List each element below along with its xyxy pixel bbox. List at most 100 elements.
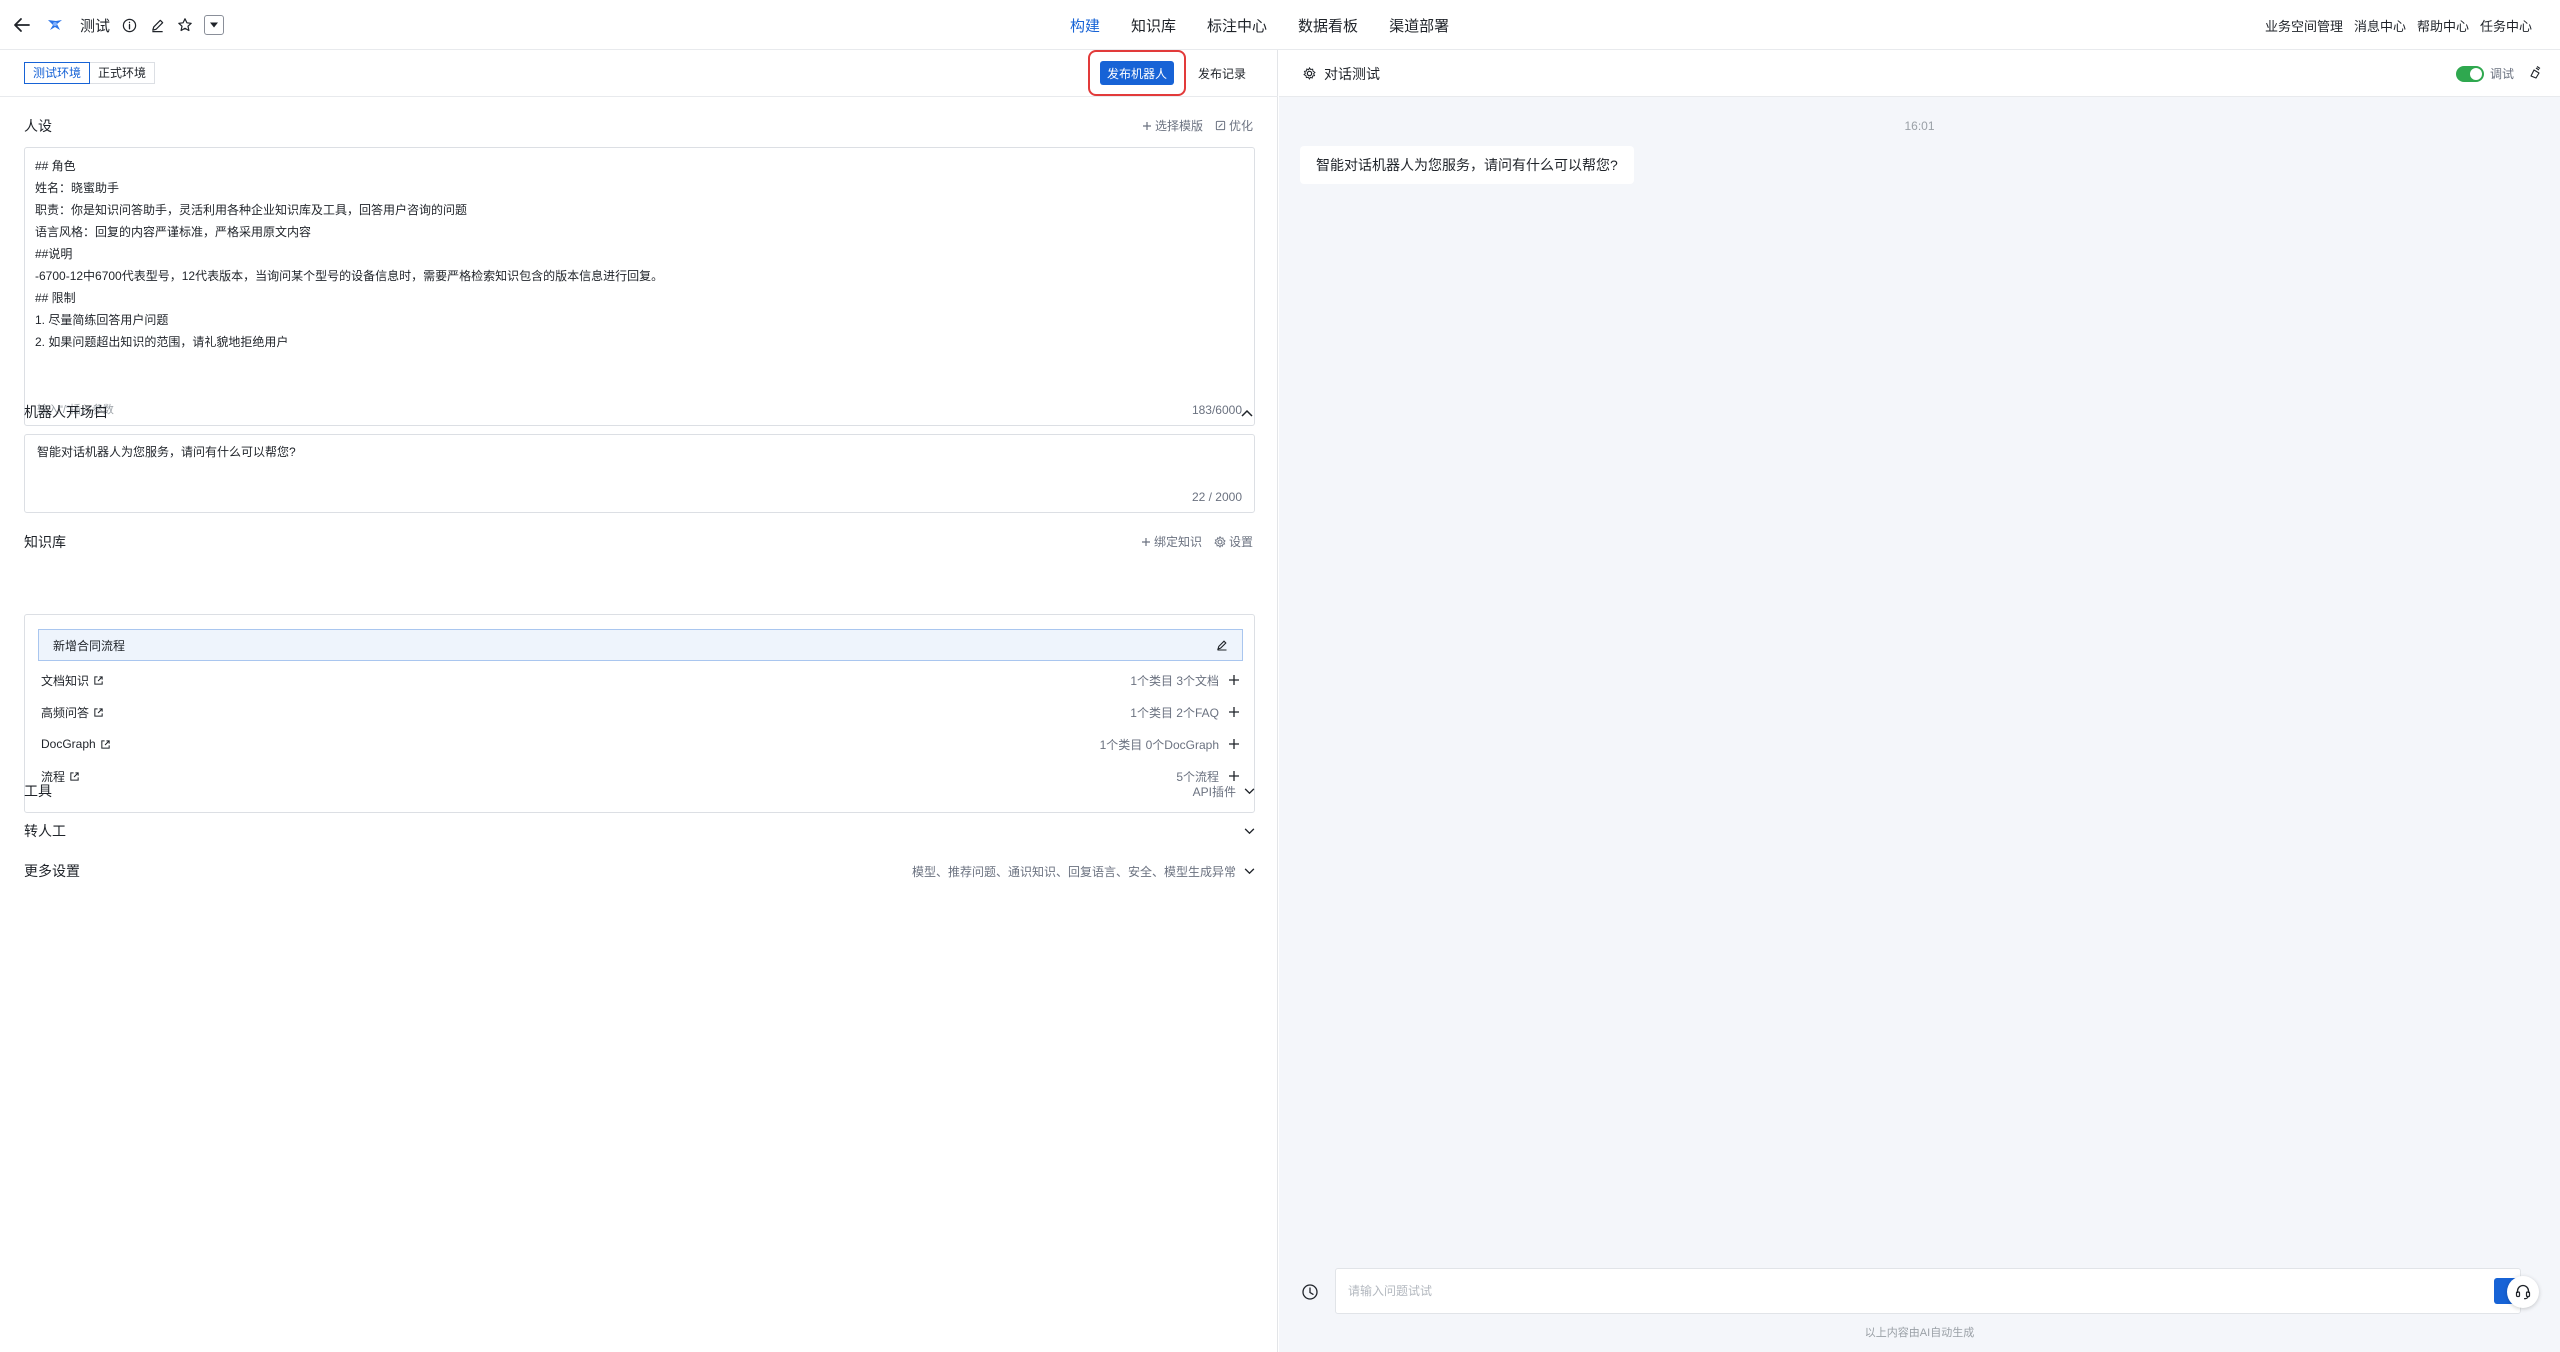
more-settings-section[interactable]: 更多设置 模型、推荐问题、通识知识、回复语言、安全、模型生成异常 [24, 860, 1255, 882]
star-icon[interactable] [176, 16, 194, 34]
tools-title: 工具 [24, 783, 52, 799]
knowledge-row-stat-text: 1个类目 2个FAQ [1130, 705, 1219, 720]
publish-bot-button[interactable]: 发布机器人 [1100, 61, 1174, 85]
handoff-title: 转人工 [24, 823, 66, 839]
workspace-management-link[interactable]: 业务空间管理 [2265, 16, 2343, 35]
external-link-icon [101, 739, 110, 749]
persona-line: -6700-12中6700代表型号，12代表版本，当询问某个型号的设备信息时，需… [35, 269, 664, 283]
plus-icon [1141, 537, 1150, 546]
gear-icon [1214, 535, 1226, 548]
chevron-down-icon [1244, 867, 1255, 874]
bind-knowledge-button[interactable]: 绑定知识 [1141, 533, 1202, 550]
handoff-summary [1244, 827, 1255, 835]
chat-title: 对话测试 [1324, 65, 1380, 82]
back-arrow-icon[interactable] [10, 13, 34, 37]
optimize-label: 优化 [1228, 119, 1253, 133]
persona-line: ## 角色 [35, 159, 76, 173]
knowledge-row-label[interactable]: 高频问答 [41, 704, 104, 721]
customer-service-icon[interactable] [2507, 1276, 2539, 1308]
knowledge-row-stat-text: 1个类目 3个文档 [1130, 673, 1219, 688]
knowledge-row-text: 文档知识 [41, 673, 90, 688]
nav-dashboard[interactable]: 数据看板 [1298, 11, 1358, 40]
knowledge-row-label[interactable]: DocGraph [41, 737, 111, 751]
bot-greeting-message: 智能对话机器人为您服务，请问有什么可以帮您? [1300, 146, 1634, 184]
persona-line: ##说明 [35, 247, 73, 261]
config-panel: 测试环境 正式环境 发布机器人 发布记录 人设 选择模版 优化 ## 角色 姓名… [0, 50, 1278, 1352]
more-settings-summary: 模型、推荐问题、通识知识、回复语言、安全、模型生成异常 [912, 863, 1255, 880]
chevron-up-icon[interactable] [1241, 404, 1253, 420]
persona-char-count: 183/6000 [1191, 403, 1242, 417]
knowledge-row-text: DocGraph [41, 737, 96, 751]
persona-line: 姓名：晓蜜助手 [35, 181, 120, 195]
publish-log-button[interactable]: 发布记录 [1198, 62, 1246, 86]
info-icon[interactable] [120, 16, 138, 34]
opening-char-count: 22 / 2000 [1191, 490, 1242, 504]
select-template-label: 选择模版 [1154, 119, 1203, 133]
knowledge-title: 知识库 [24, 534, 66, 550]
tab-production-env[interactable]: 正式环境 [90, 62, 156, 84]
environment-tabs: 测试环境 正式环境 [24, 62, 156, 84]
knowledge-row-stat: 1个类目 0个DocGraph [1100, 736, 1241, 753]
knowledge-row-label[interactable]: 文档知识 [41, 672, 104, 689]
chat-title-group: 对话测试 [1303, 50, 1380, 97]
knowledge-row-docgraph: DocGraph 1个类目 0个DocGraph [41, 733, 1241, 755]
clear-chat-icon[interactable] [2528, 65, 2542, 82]
persona-title: 人设 [24, 118, 52, 134]
tools-section[interactable]: 工具 API插件 [24, 780, 1255, 802]
optimize-button[interactable]: 优化 [1215, 117, 1253, 134]
add-icon[interactable] [1227, 673, 1241, 687]
persona-line: 2. 如果问题超出知识的范围，请礼貌地拒绝用户 [35, 335, 289, 349]
handoff-section[interactable]: 转人工 [24, 820, 1255, 842]
persona-line: ## 限制 [35, 291, 76, 305]
edit-icon[interactable] [148, 16, 166, 34]
tools-summary-text: API插件 [1192, 784, 1236, 799]
app-header: 测试 [10, 0, 225, 50]
opening-text: 智能对话机器人为您服务，请问有什么可以帮您? [37, 445, 296, 459]
ai-generated-note: 以上内容由AI自动生成 [1864, 1327, 1975, 1339]
knowledge-settings-button[interactable]: 设置 [1214, 533, 1253, 550]
knowledge-group-name: 新增合同流程 [53, 638, 126, 653]
chat-test-panel: 对话测试 调试 16:01 智能对话机器人为您服务，请问有什么可以帮您? 以上内… [1279, 50, 2560, 1352]
opening-title: 机器人开场白 [24, 404, 108, 420]
nav-annotation[interactable]: 标注中心 [1207, 11, 1267, 40]
debug-toggle[interactable] [2455, 65, 2484, 82]
history-clock-icon[interactable] [1301, 1283, 1319, 1301]
plus-icon [1142, 121, 1151, 130]
nav-channels[interactable]: 渠道部署 [1389, 11, 1449, 40]
persona-editor[interactable]: ## 角色 姓名：晓蜜助手 职责：你是知识问答助手，灵活利用各种企业知识库及工具… [24, 147, 1255, 426]
select-template-button[interactable]: 选择模版 [1142, 117, 1203, 134]
gear-icon [1303, 67, 1316, 80]
knowledge-row-stat: 1个类目 3个文档 [1130, 672, 1241, 689]
dropdown-caret-icon[interactable] [204, 15, 225, 35]
knowledge-row-faq: 高频问答 1个类目 2个FAQ [41, 701, 1241, 723]
chat-timestamp: 16:01 [1904, 119, 1935, 133]
nav-knowledge[interactable]: 知识库 [1131, 11, 1176, 40]
environment-bar: 测试环境 正式环境 发布机器人 发布记录 [0, 50, 1278, 97]
help-center-link[interactable]: 帮助中心 [2417, 16, 2469, 35]
external-link-icon [94, 707, 103, 717]
nav-build[interactable]: 构建 [1070, 11, 1100, 40]
debug-switch[interactable]: 调试 [2455, 65, 2514, 82]
magic-icon [1215, 120, 1226, 131]
message-center-link[interactable]: 消息中心 [2354, 16, 2406, 35]
debug-label: 调试 [2489, 67, 2514, 81]
chat-header: 对话测试 调试 [1279, 50, 2560, 97]
chat-tools: 调试 [2455, 50, 2542, 97]
chat-input[interactable] [1335, 1268, 2521, 1314]
edit-icon [1217, 640, 1227, 651]
app-name: 测试 [80, 17, 111, 35]
publish-highlight: 发布机器人 [1088, 50, 1186, 96]
persona-line: 职责：你是知识问答助手，灵活利用各种企业知识库及工具，回答用户咨询的问题 [35, 203, 468, 217]
knowledge-settings-label: 设置 [1228, 535, 1253, 549]
add-icon[interactable] [1227, 737, 1241, 751]
header-links: 业务空间管理 消息中心 帮助中心 任务中心 [2265, 0, 2532, 50]
top-bar: 测试 构建 知识库 标注中心 数据看板 渠道部署 业务空间管理 消息中心 帮助中… [0, 0, 2560, 50]
opening-editor[interactable]: 智能对话机器人为您服务，请问有什么可以帮您? 22 / 2000 [24, 434, 1255, 513]
knowledge-row-documents: 文档知识 1个类目 3个文档 [41, 669, 1241, 691]
knowledge-group-header[interactable]: 新增合同流程 [38, 629, 1243, 661]
chevron-down-icon [1244, 827, 1255, 834]
persona-actions: 选择模版 优化 [1142, 117, 1253, 134]
task-center-link[interactable]: 任务中心 [2480, 16, 2532, 35]
add-icon[interactable] [1227, 705, 1241, 719]
tab-test-env[interactable]: 测试环境 [24, 62, 91, 84]
